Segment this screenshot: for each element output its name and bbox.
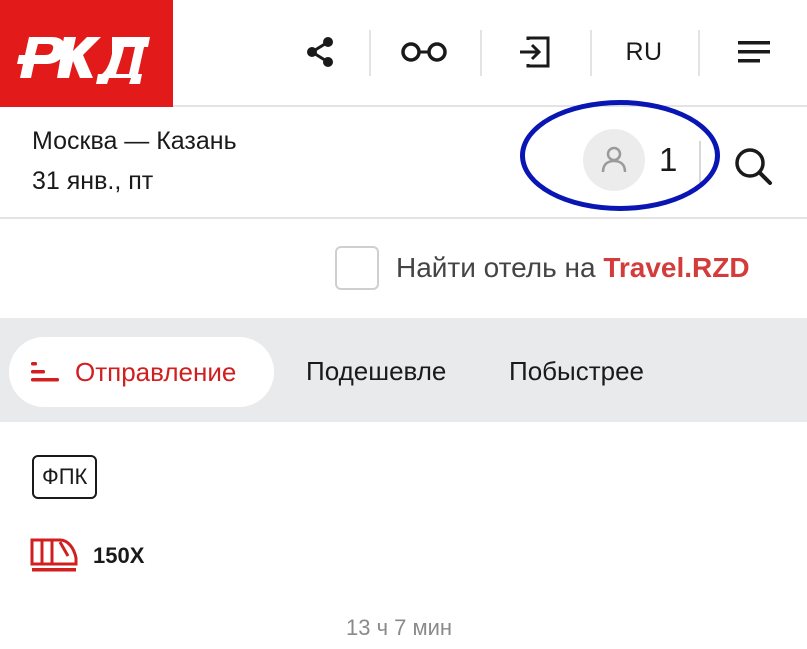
hotel-brand[interactable]: Travel.RZD bbox=[603, 252, 749, 283]
login-button[interactable] bbox=[510, 28, 558, 76]
carrier-badge: ФПК bbox=[32, 455, 98, 499]
trip-duration: 13 ч 7 мин bbox=[346, 615, 453, 640]
accessibility-button[interactable] bbox=[398, 28, 450, 76]
user-icon bbox=[601, 146, 627, 173]
route-date: 31 янв., пт bbox=[32, 167, 154, 195]
tab-cheaper[interactable]: Подешевле bbox=[306, 356, 446, 387]
hotel-checkbox[interactable] bbox=[335, 246, 379, 290]
divider bbox=[699, 141, 701, 183]
rzd-logo[interactable] bbox=[0, 0, 173, 107]
search-button[interactable] bbox=[729, 142, 777, 190]
train-icon bbox=[30, 538, 78, 572]
menu-button[interactable] bbox=[730, 28, 778, 76]
route-title: Москва — Казань bbox=[32, 127, 237, 155]
sort-icon bbox=[31, 362, 59, 382]
menu-icon bbox=[738, 41, 770, 63]
tab-faster[interactable]: Побыстрее bbox=[509, 356, 644, 387]
top-header: RU bbox=[0, 0, 807, 107]
passengers-button[interactable] bbox=[583, 129, 645, 191]
hotel-label[interactable]: Найти отель на Travel.RZD bbox=[396, 252, 750, 284]
hotel-label-prefix: Найти отель на bbox=[396, 252, 604, 283]
glasses-icon bbox=[401, 42, 447, 62]
header-divider bbox=[480, 30, 482, 76]
login-icon bbox=[520, 36, 550, 68]
rzd-logo-mark bbox=[17, 36, 150, 84]
passenger-count: 1 bbox=[659, 141, 678, 178]
sort-tabs: Отправление Подешевле Побыстрее bbox=[0, 318, 807, 422]
language-label: RU bbox=[625, 37, 663, 66]
share-icon bbox=[307, 37, 333, 67]
language-button[interactable]: RU bbox=[616, 28, 672, 76]
share-button[interactable] bbox=[296, 28, 344, 76]
train-number[interactable]: 150Х bbox=[93, 543, 144, 569]
hotel-option: Найти отель на Travel.RZD bbox=[0, 221, 807, 318]
search-icon bbox=[735, 148, 772, 185]
header-divider bbox=[590, 30, 592, 76]
tab-departure[interactable]: Отправление bbox=[9, 337, 274, 407]
route-summary[interactable]: Москва — Казань 31 янв., пт 1 bbox=[0, 109, 807, 219]
header-divider bbox=[698, 30, 700, 76]
tab-departure-label: Отправление bbox=[75, 356, 237, 387]
header-divider bbox=[369, 30, 371, 76]
